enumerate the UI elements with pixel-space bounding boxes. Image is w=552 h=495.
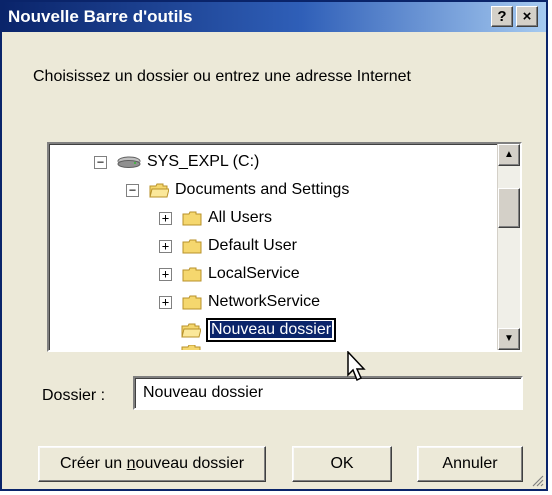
dossier-field[interactable]: Nouveau dossier [133,376,523,410]
expand-icon[interactable]: + [159,267,172,281]
create-label-accel: n [126,455,136,472]
folder-icon [182,267,202,281]
folder-open-icon [181,323,201,337]
tree-item-label: All Users [208,209,273,226]
drive-icon [117,156,141,168]
folder-tree[interactable]: − SYS_EXPL (C:) − Documents and Settings… [47,142,522,352]
expand-icon[interactable]: + [159,211,172,225]
scroll-down-button[interactable]: ▼ [498,328,520,350]
folder-icon [182,295,202,309]
scroll-up-button[interactable]: ▲ [498,144,520,166]
tree-item-label: LocalService [208,265,300,282]
tree-item-networkservice[interactable]: + NetworkService [159,290,320,314]
folder-icon [182,211,202,225]
expand-icon[interactable]: + [159,295,172,309]
collapse-icon[interactable]: − [126,183,139,197]
rename-selected-text: Nouveau dossier [210,321,333,338]
create-label-prefix: Créer un [59,455,127,472]
dialog-window: Nouvelle Barre d'outils ? × Choisissez u… [0,0,548,491]
tree-item-label: NetworkService [208,293,321,310]
tree-scrollbar[interactable]: ▲ ▼ [497,144,520,350]
scroll-thumb[interactable] [498,188,520,228]
mouse-pointer-icon [347,351,366,382]
rename-input[interactable]: Nouveau dossier [205,318,337,342]
expand-icon[interactable]: + [159,239,172,253]
tree-item-nouveau-dossier[interactable]: Nouveau dossier [181,318,337,342]
title-bar[interactable]: Nouvelle Barre d'outils ? × [2,2,546,32]
tree-item-drive[interactable]: − SYS_EXPL (C:) [94,150,259,174]
tree-item-documents-and-settings[interactable]: − Documents and Settings [126,178,349,202]
window-title: Nouvelle Barre d'outils [8,7,193,26]
tree-item-all-users[interactable]: + All Users [159,206,272,230]
folder-icon-partial [181,345,201,350]
dossier-label: Dossier : [42,387,106,404]
collapse-icon[interactable]: − [94,155,107,169]
ok-button[interactable]: OK [292,446,392,482]
tree-item-label: Documents and Settings [175,181,350,198]
create-label-suffix: ouveau dossier [135,455,245,472]
help-button[interactable]: ? [491,6,513,27]
tree-item-localservice[interactable]: + LocalService [159,262,300,286]
create-new-folder-button[interactable]: Créer un nouveau dossier [38,446,266,482]
folder-open-icon [149,183,169,197]
tree-item-label: SYS_EXPL (C:) [147,153,260,170]
resize-grip-icon[interactable] [530,473,544,487]
close-button[interactable]: × [516,6,538,27]
tree-item-label: Default User [208,237,297,254]
cancel-button[interactable]: Annuler [417,446,523,482]
instruction-text: Choisissez un dossier ou entrez une adre… [33,68,411,85]
folder-icon [182,239,202,253]
tree-item-default-user[interactable]: + Default User [159,234,297,258]
